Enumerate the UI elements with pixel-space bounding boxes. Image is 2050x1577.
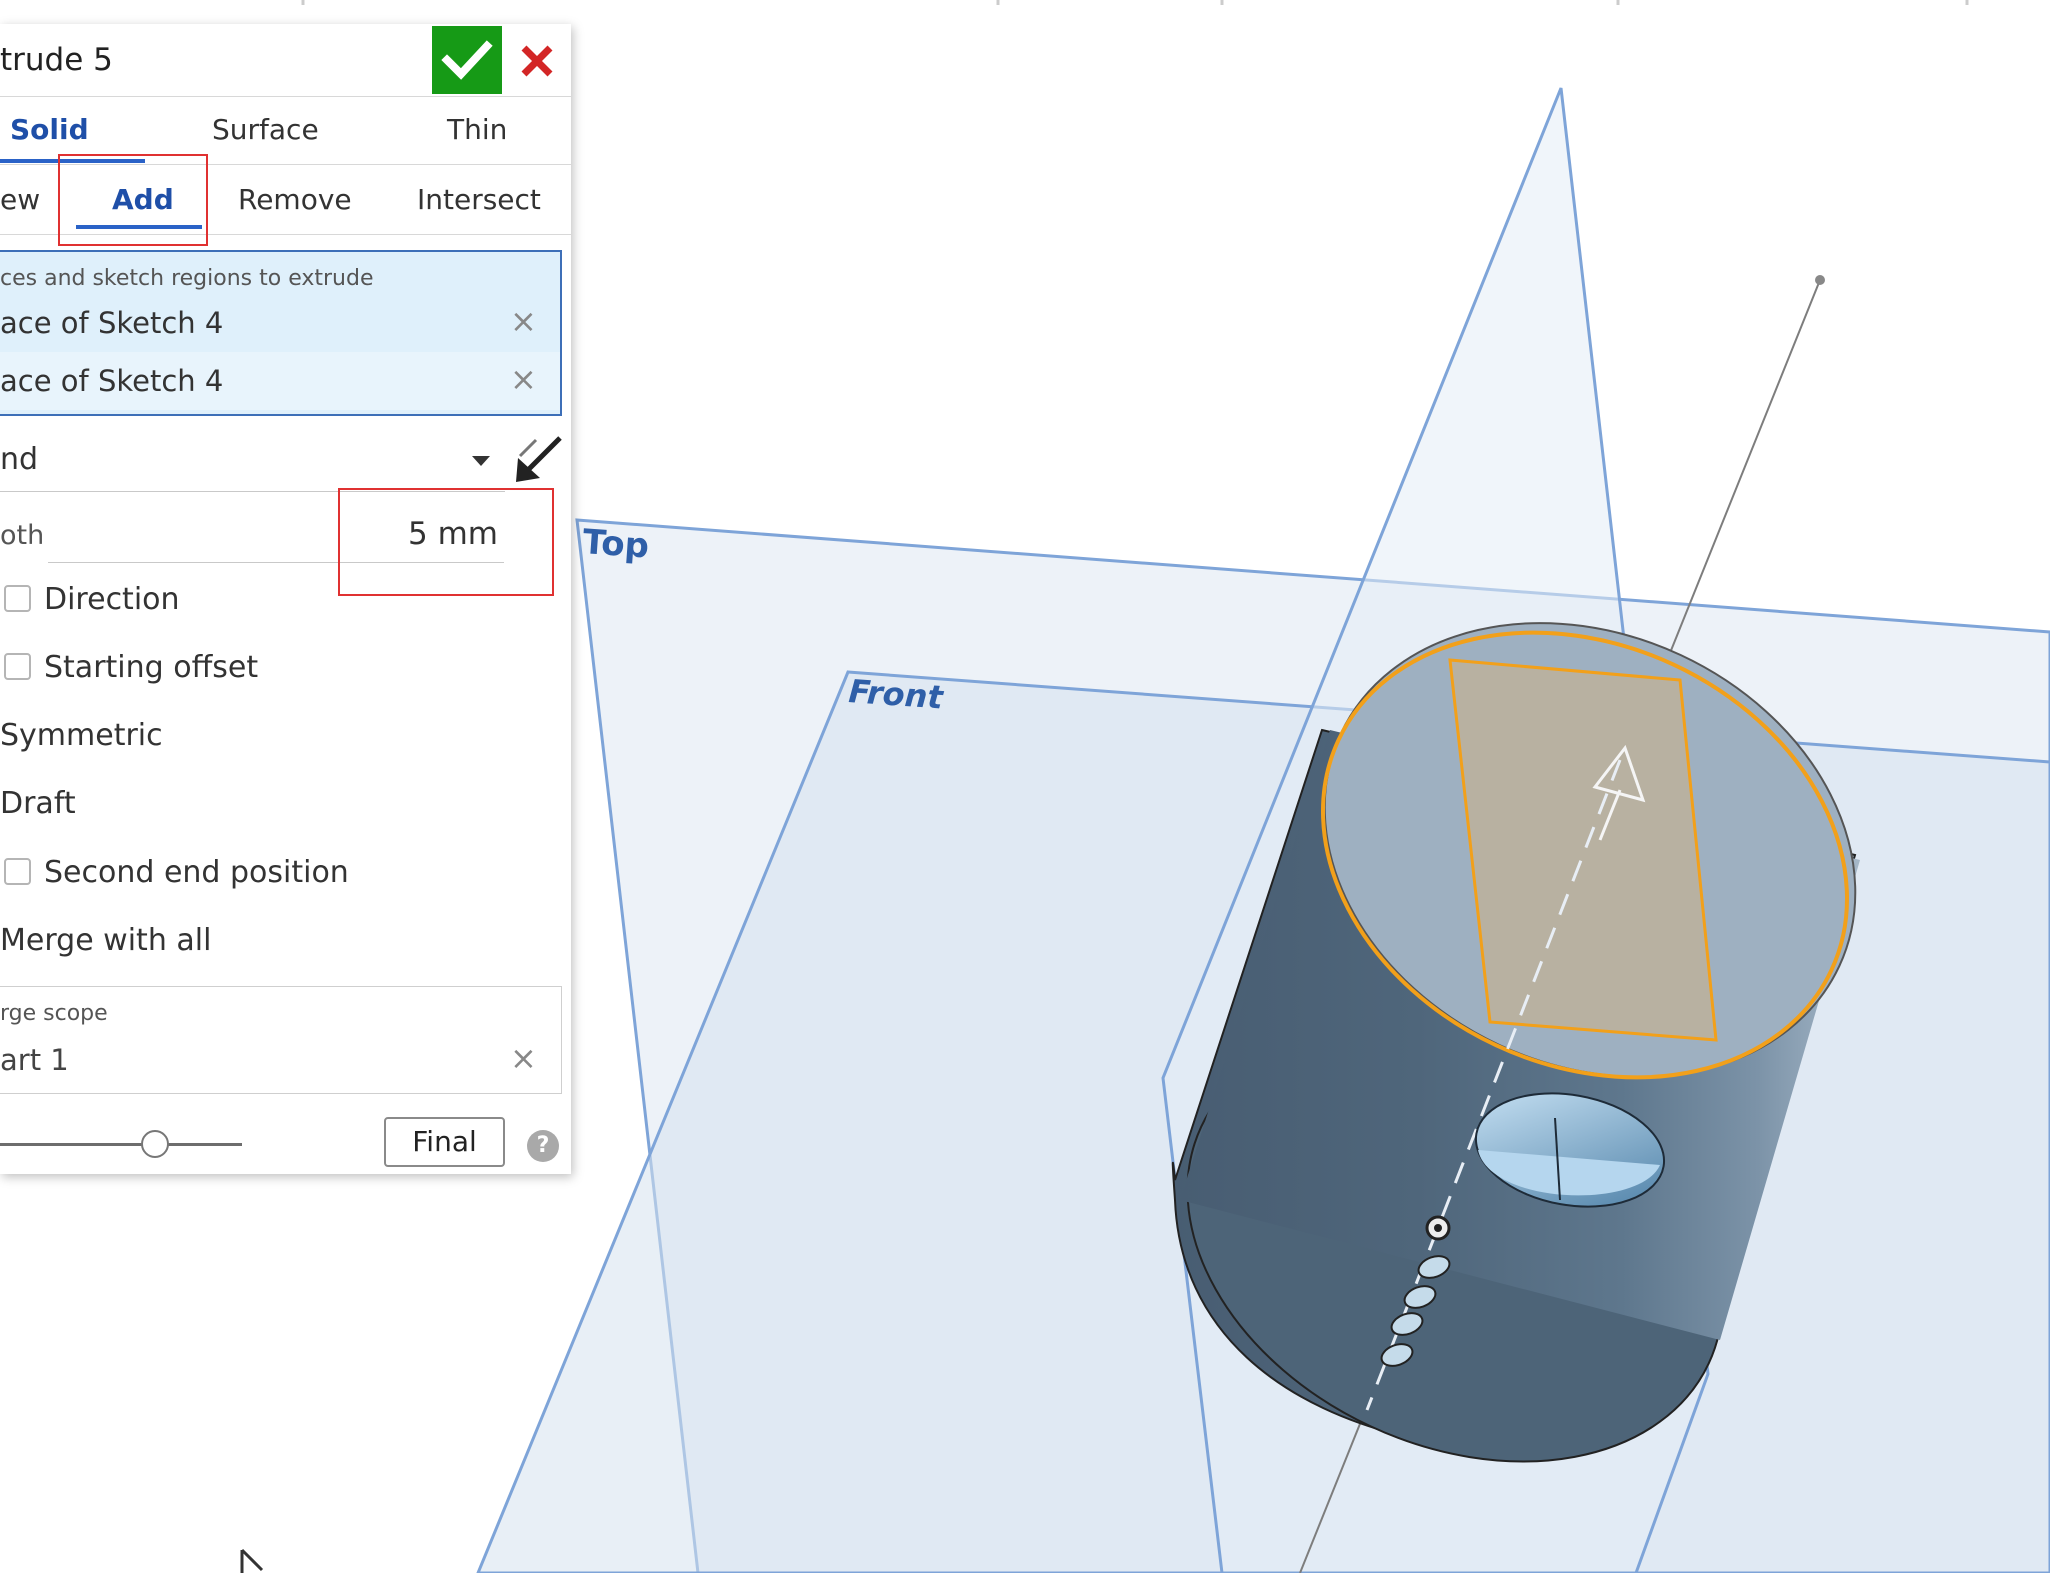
final-button[interactable]: Final [384, 1117, 505, 1167]
entities-selection-box[interactable]: ces and sketch regions to extrude ace of… [0, 250, 562, 416]
merge-with-all-label[interactable]: Merge with all [0, 923, 211, 958]
depth-label: oth [0, 520, 45, 551]
tab-remove[interactable]: Remove [238, 183, 352, 216]
cancel-button[interactable] [508, 26, 564, 94]
merge-scope-title: rge scope [0, 1001, 108, 1026]
check-icon [441, 40, 493, 80]
tab-surface[interactable]: Surface [212, 113, 319, 146]
tab-new[interactable]: ew [0, 183, 40, 216]
preview-slider-handle[interactable] [141, 1130, 169, 1158]
sketch-region [1448, 658, 1718, 1042]
second-end-position-label: Second end position [44, 855, 349, 890]
help-icon[interactable]: ? [527, 1130, 559, 1162]
annotation-highlight-box [338, 488, 554, 596]
direction-checkbox[interactable] [4, 585, 31, 612]
symmetric-label[interactable]: Symmetric [0, 718, 163, 753]
top-plane-label: Top [581, 522, 650, 567]
entity-label: ace of Sketch 4 [0, 306, 224, 340]
starting-offset-checkbox[interactable] [4, 653, 31, 680]
dialog-header: trude 5 [0, 24, 571, 97]
tab-solid[interactable]: Solid [10, 113, 89, 146]
annotation-highlight-box [58, 154, 208, 246]
accept-button[interactable] [432, 26, 502, 94]
remove-icon[interactable]: × [510, 302, 537, 340]
list-item[interactable]: ace of Sketch 4 × [0, 294, 560, 352]
chevron-down-icon[interactable] [470, 454, 492, 468]
tab-thin[interactable]: Thin [447, 113, 507, 146]
entity-label: ace of Sketch 4 [0, 364, 224, 398]
end-type-select[interactable]: nd [0, 442, 38, 477]
remove-icon[interactable]: × [510, 360, 537, 398]
flip-direction-icon[interactable] [512, 434, 564, 486]
starting-offset-label: Starting offset [44, 650, 259, 685]
remove-icon[interactable]: × [510, 1039, 537, 1077]
entities-title: ces and sketch regions to extrude [0, 266, 374, 291]
list-item[interactable]: ace of Sketch 4 × [0, 352, 560, 410]
ruler-ticks [301, 0, 1969, 5]
mouse-cursor-icon [240, 1548, 264, 1573]
merge-scope-value: art 1 [0, 1043, 69, 1077]
close-icon [521, 45, 553, 77]
front-plane-label: Front [847, 672, 945, 717]
extrude-dialog: trude 5 Solid Surface Thin ew Add Remove… [0, 24, 571, 1174]
second-end-position-checkbox[interactable] [4, 858, 31, 885]
merge-scope-box[interactable]: rge scope art 1 × [0, 986, 562, 1094]
tab-intersect[interactable]: Intersect [417, 183, 541, 216]
dialog-title: trude 5 [0, 42, 113, 78]
preview-slider-track[interactable] [0, 1143, 242, 1146]
draft-label[interactable]: Draft [0, 786, 76, 821]
direction-label: Direction [44, 582, 180, 617]
